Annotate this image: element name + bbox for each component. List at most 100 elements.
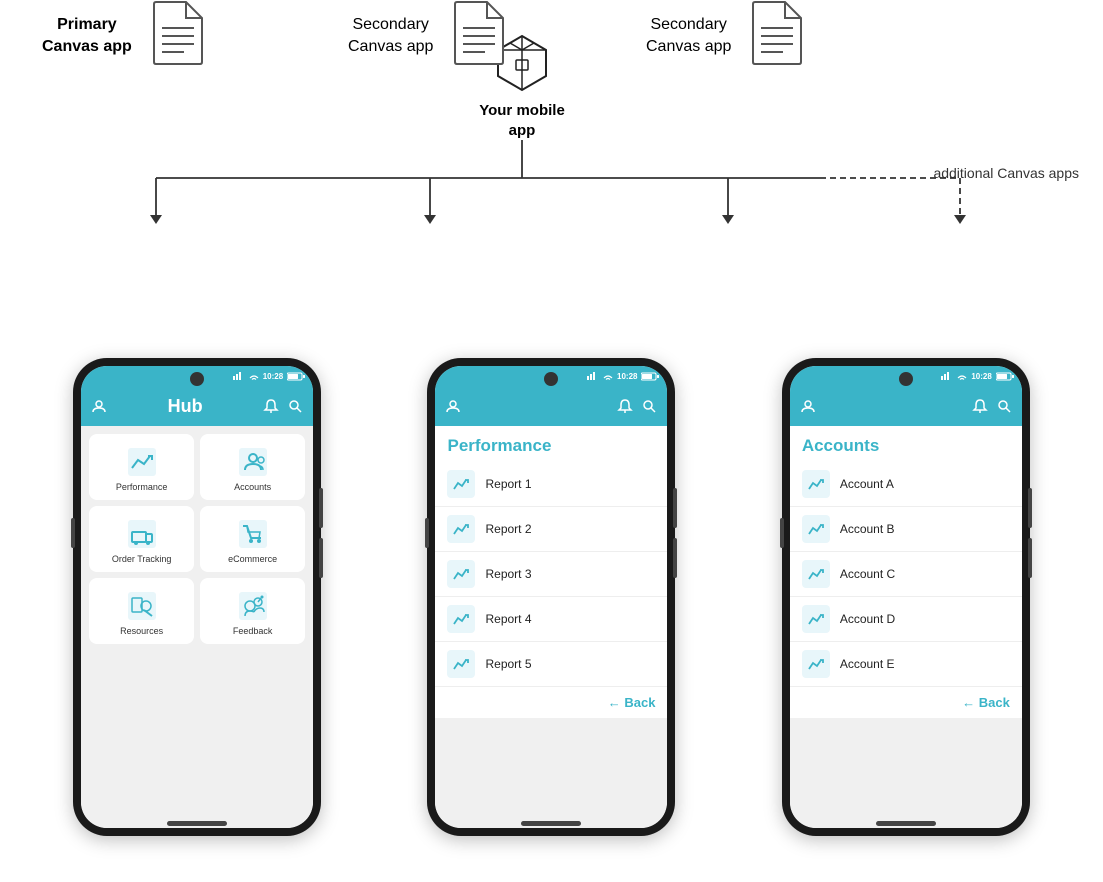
phone3-header-icons (972, 398, 1012, 414)
list-item[interactable]: Account C (790, 552, 1022, 597)
phone3-camera (899, 372, 913, 386)
phone3: 10:28 Accounts (782, 358, 1030, 836)
phone2-time: 10:28 (617, 372, 637, 381)
phone2-content: Performance Report 1 Report 2 (435, 426, 667, 828)
phone2-screen: 10:28 Performance (435, 366, 667, 828)
accountA-label: Account A (840, 477, 894, 491)
hub-tile-feedback[interactable]: Feedback (200, 578, 305, 644)
user-icon (91, 398, 107, 414)
phone2-camera (544, 372, 558, 386)
secondary1-label: Secondary Canvas app (348, 14, 433, 57)
phone3-vol1 (1028, 488, 1032, 528)
hub-tile-performance[interactable]: Performance (89, 434, 194, 500)
bell-icon3 (972, 398, 988, 414)
accounts-back[interactable]: ← Back (790, 687, 1022, 718)
secondary2-doc-icon (747, 0, 803, 71)
accountD-label: Account D (840, 612, 895, 626)
top-app-label: Your mobile app (479, 101, 565, 140)
accountE-label: Account E (840, 657, 895, 671)
performance-back[interactable]: ← Back (435, 687, 667, 718)
phone1-camera (190, 372, 204, 386)
phone1-power (71, 518, 75, 548)
phone2-home (521, 821, 581, 826)
report3-label: Report 3 (485, 567, 531, 581)
hub-tile-accounts[interactable]: Accounts (200, 434, 305, 500)
hub-grid: Performance Accounts Order Tracking (81, 426, 313, 652)
accountD-icon (802, 605, 830, 633)
secondary2-label: Secondary Canvas app (646, 14, 731, 57)
phone2-vol2 (673, 538, 677, 578)
phone3-home (876, 821, 936, 826)
accountE-icon (802, 650, 830, 678)
phone1-vol1 (319, 488, 323, 528)
phone3-content: Accounts Account A Account B (790, 426, 1022, 828)
phone3-screen: 10:28 Accounts (790, 366, 1022, 828)
accounts-list: Account A Account B Account C (790, 462, 1022, 687)
accountB-icon (802, 515, 830, 543)
report5-label: Report 5 (485, 657, 531, 671)
secondary1-doc-icon (449, 0, 505, 71)
hub-tile-feedback-label: Feedback (233, 626, 273, 636)
phone2: 10:28 Performance (427, 358, 675, 836)
hub-tile-ecommerce[interactable]: eCommerce (200, 506, 305, 572)
secondary2-doc: Secondary Canvas app (646, 0, 803, 71)
phone2-power (425, 518, 429, 548)
phone2-header (435, 386, 667, 426)
primary-doc-icon (148, 0, 204, 71)
accountA-icon (802, 470, 830, 498)
accountC-label: Account C (840, 567, 895, 581)
list-item[interactable]: Account A (790, 462, 1022, 507)
diagram: Your mobile app additional Canvas apps P… (0, 0, 1103, 882)
phone3-wrap: 10:28 Accounts (782, 358, 1030, 836)
primary-label: Primary Canvas app (42, 14, 132, 57)
hub-tile-resources[interactable]: Resources (89, 578, 194, 644)
additional-label: additional Canvas apps (933, 164, 1079, 184)
list-item[interactable]: Account D (790, 597, 1022, 642)
phone1-title: Hub (168, 396, 203, 417)
phone2-vol1 (673, 488, 677, 528)
report3-icon (447, 560, 475, 588)
list-item[interactable]: Report 4 (435, 597, 667, 642)
list-item[interactable]: Account B (790, 507, 1022, 552)
phone1-time: 10:28 (263, 372, 283, 381)
phone1-header: Hub (81, 386, 313, 426)
phone1-header-icons (263, 398, 303, 414)
phone1-content: Performance Accounts Order Tracking (81, 426, 313, 828)
search-icon3 (996, 398, 1012, 414)
bell-icon2 (617, 398, 633, 414)
report2-icon (447, 515, 475, 543)
report1-icon (447, 470, 475, 498)
list-item[interactable]: Report 2 (435, 507, 667, 552)
accounts-screen: Accounts Account A Account B (790, 426, 1022, 718)
phone1: 10:28 Hub (73, 358, 321, 836)
phone3-header (790, 386, 1022, 426)
hub-tile-order[interactable]: Order Tracking (89, 506, 194, 572)
report4-label: Report 4 (485, 612, 531, 626)
search-icon2 (641, 398, 657, 414)
phone3-vol2 (1028, 538, 1032, 578)
list-item[interactable]: Account E (790, 642, 1022, 687)
hub-tile-accounts-label: Accounts (234, 482, 271, 492)
search-icon (287, 398, 303, 414)
phone1-vol2 (319, 538, 323, 578)
report1-label: Report 1 (485, 477, 531, 491)
user-icon3 (800, 398, 816, 414)
phones-row: 10:28 Hub (0, 358, 1103, 836)
report5-icon (447, 650, 475, 678)
user-icon2 (445, 398, 461, 414)
performance-title: Performance (435, 426, 667, 462)
list-item[interactable]: Report 1 (435, 462, 667, 507)
phone3-power (780, 518, 784, 548)
bell-icon (263, 398, 279, 414)
performance-list: Report 1 Report 2 Report 3 (435, 462, 667, 687)
phone2-wrap: 10:28 Performance (427, 358, 675, 836)
phone1-home (167, 821, 227, 826)
list-item[interactable]: Report 3 (435, 552, 667, 597)
phone1-wrap: 10:28 Hub (73, 358, 321, 836)
accountC-icon (802, 560, 830, 588)
hub-tile-order-label: Order Tracking (112, 554, 172, 564)
accounts-title: Accounts (790, 426, 1022, 462)
secondary1-doc: Secondary Canvas app (348, 0, 505, 71)
phone2-header-icons (617, 398, 657, 414)
list-item[interactable]: Report 5 (435, 642, 667, 687)
